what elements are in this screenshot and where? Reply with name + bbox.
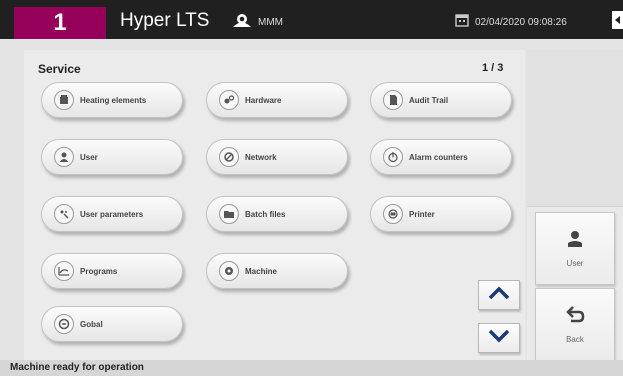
printer-icon [383, 204, 403, 224]
side-panel: User Back [527, 50, 623, 361]
chevron-up-icon [488, 286, 510, 305]
chevron-down-icon [488, 329, 510, 348]
date-time-text: 02/04/2020 09:08:26 [475, 17, 567, 28]
globe-icon [54, 314, 74, 334]
app-title: Hyper LTS [120, 10, 210, 31]
button-label: Gobal [80, 319, 103, 329]
alarm-counter-icon [383, 147, 403, 167]
side-panel-top [527, 50, 623, 207]
calendar-icon [455, 13, 469, 32]
network-button[interactable]: Network [206, 139, 348, 175]
button-label: Machine [245, 266, 278, 276]
service-panel: Service 1 / 3 Heating elements User User… [24, 50, 525, 360]
current-user[interactable]: MMM [232, 13, 283, 32]
button-label: Printer [409, 209, 435, 219]
button-label: User [80, 152, 98, 162]
button-label: Network [245, 152, 277, 162]
user-icon [232, 13, 252, 32]
document-icon [383, 90, 403, 110]
gobal-button[interactable]: Gobal [41, 306, 183, 342]
user-name: MMM [258, 17, 283, 28]
button-label: Hardware [245, 95, 282, 105]
back-button[interactable]: Back [535, 288, 615, 361]
screen: 1 Hyper LTS MMM 02/04/2020 09:08:26 Serv… [0, 0, 623, 376]
back-label: Back [566, 334, 584, 344]
network-icon [219, 147, 239, 167]
programs-button[interactable]: Programs [41, 253, 183, 289]
user-icon [54, 147, 74, 167]
back-arrow-icon [565, 305, 585, 329]
button-label: Programs [80, 266, 118, 276]
button-label: Heating elements [80, 95, 147, 105]
user-parameters-button[interactable]: User parameters [41, 196, 183, 232]
page-title: Service [38, 62, 81, 76]
button-label: User parameters [80, 209, 144, 219]
alarm-counters-button[interactable]: Alarm counters [370, 139, 512, 175]
scroll-up-button[interactable] [478, 280, 520, 310]
machine-icon [219, 261, 239, 281]
heater-icon [54, 90, 74, 110]
heating-elements-button[interactable]: Heating elements [41, 82, 183, 118]
side-user-label: User [566, 258, 584, 268]
header-bar: 1 Hyper LTS MMM 02/04/2020 09:08:26 [0, 0, 623, 39]
audit-trail-button[interactable]: Audit Trail [370, 82, 512, 118]
user-parameters-icon [54, 204, 74, 224]
programs-icon [54, 261, 74, 281]
side-user-button[interactable]: User [535, 212, 615, 285]
hardware-icon [219, 90, 239, 110]
button-label: Alarm counters [409, 152, 468, 162]
user-icon [566, 230, 584, 253]
printer-button[interactable]: Printer [370, 196, 512, 232]
button-label: Audit Trail [409, 95, 449, 105]
scroll-down-button[interactable] [478, 323, 520, 353]
batch-files-button[interactable]: Batch files [206, 196, 348, 232]
machine-number-badge: 1 [14, 7, 106, 39]
page-indicator: 1 / 3 [482, 62, 504, 74]
machine-button[interactable]: Machine [206, 253, 348, 289]
hardware-button[interactable]: Hardware [206, 82, 348, 118]
status-bar: Machine ready for operation [0, 360, 623, 376]
user-button[interactable]: User [41, 139, 183, 175]
button-label: Batch files [245, 209, 286, 219]
exit-icon[interactable] [612, 11, 623, 29]
date-time: 02/04/2020 09:08:26 [455, 13, 567, 32]
batch-files-icon [219, 204, 239, 224]
